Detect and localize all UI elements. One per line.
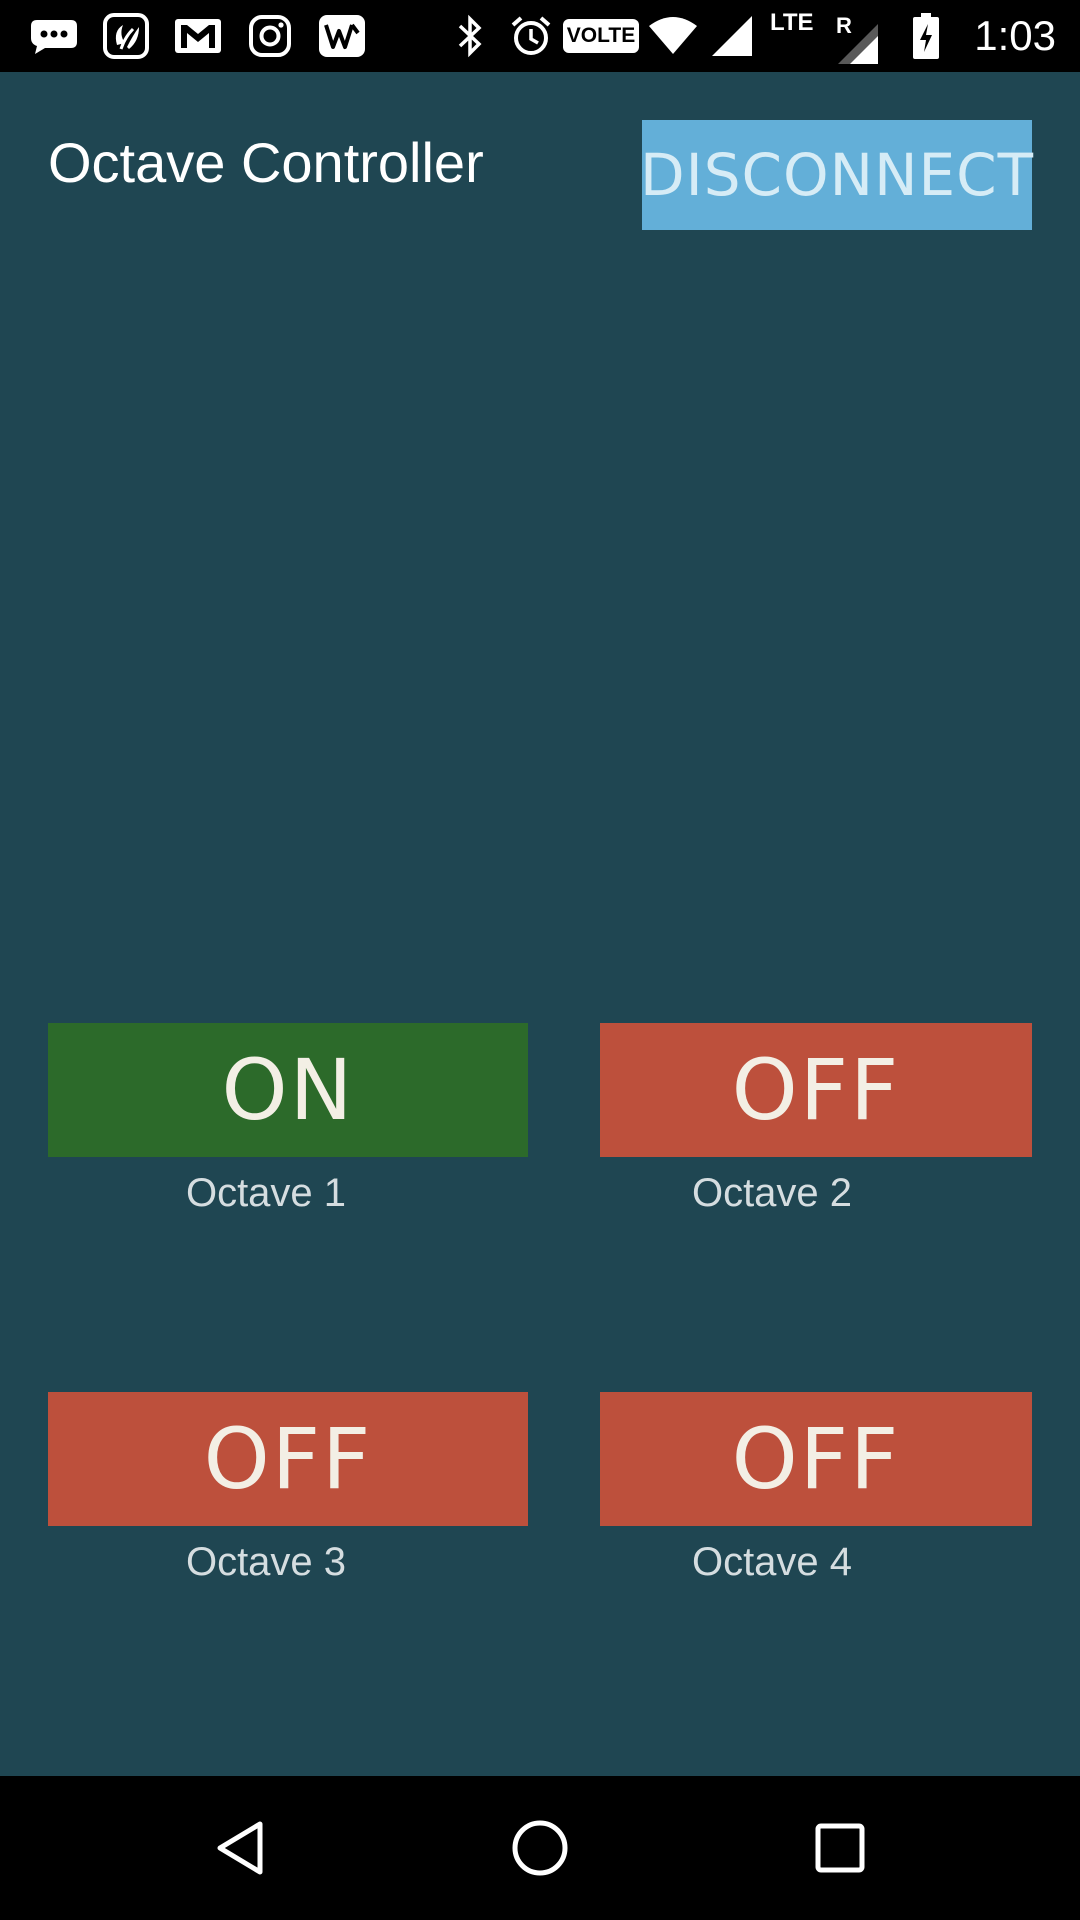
- volte-label: VOLTE: [562, 19, 640, 53]
- bluetooth-icon: [452, 14, 488, 58]
- status-clock: 1:03: [974, 12, 1056, 59]
- octave-3-label: Octave 3: [185, 1540, 347, 1584]
- octave-1-toggle[interactable]: ON: [48, 1023, 528, 1157]
- signal-icon: [708, 14, 756, 58]
- instagram-icon: [246, 14, 294, 58]
- alarm-icon: [508, 14, 554, 58]
- lte-roaming-signal-icon: LTE R: [766, 8, 882, 66]
- app-title: Octave Controller: [48, 131, 484, 194]
- recents-icon[interactable]: [800, 1808, 880, 1888]
- status-bar: VOLTE LTE R 1:03: [0, 0, 1080, 72]
- volte-icon: VOLTE: [562, 14, 640, 58]
- lte-label: LTE: [770, 9, 814, 36]
- back-icon[interactable]: [200, 1808, 280, 1888]
- wattpad-icon: [316, 14, 368, 58]
- message-icon: [28, 14, 80, 58]
- disconnect-button[interactable]: DISCONNECT: [640, 120, 1033, 230]
- home-icon[interactable]: [500, 1808, 580, 1888]
- octave-4-label: Octave 4: [691, 1540, 853, 1584]
- saavn-icon: [100, 13, 152, 59]
- octave-3-toggle[interactable]: OFF: [48, 1392, 528, 1526]
- octave-4-toggle[interactable]: OFF: [600, 1392, 1032, 1526]
- navigation-bar: [0, 1776, 1080, 1920]
- octave-1-label: Octave 1: [185, 1171, 347, 1215]
- app-content: Octave Controller DISCONNECT ON Octave 1…: [0, 72, 1080, 1776]
- wifi-icon: [646, 14, 700, 58]
- gmail-icon: [172, 14, 224, 58]
- battery-charging-icon: [908, 13, 944, 59]
- screen: VOLTE LTE R 1:03 Octave Controller DISCO…: [0, 0, 1080, 1920]
- octave-2-label: Octave 2: [691, 1171, 853, 1215]
- octave-2-toggle[interactable]: OFF: [600, 1023, 1032, 1157]
